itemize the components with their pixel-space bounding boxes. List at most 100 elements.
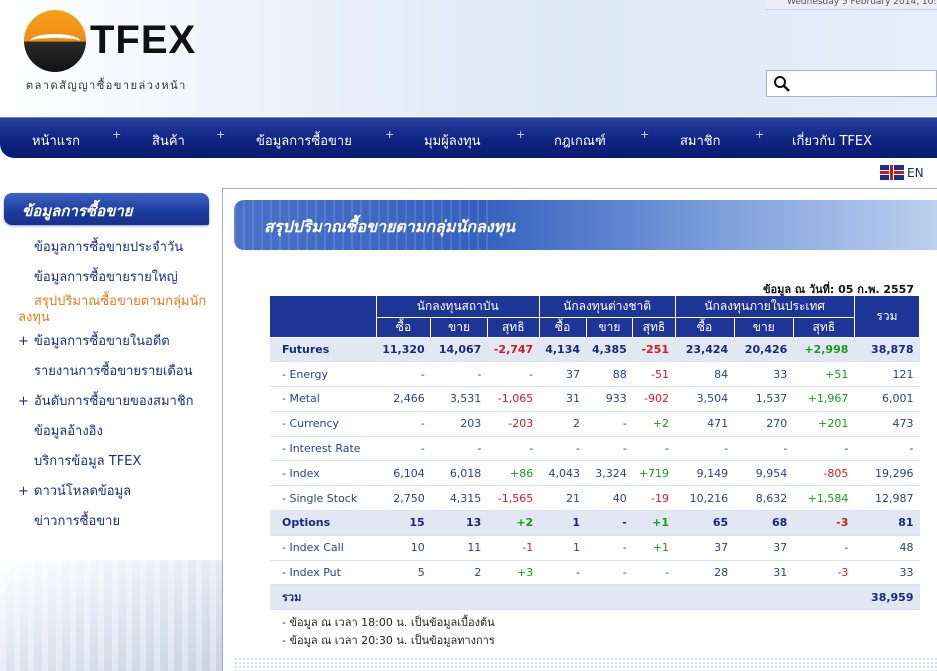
total-row: รวม 38,959 [270, 584, 920, 611]
group-header-total: รวม [854, 296, 921, 338]
sidebar-item-label: ข้อมูลอ้างอิง [34, 424, 103, 439]
expand-icon[interactable]: + [18, 484, 34, 500]
table-cell [675, 584, 735, 611]
sidebar-item-reference[interactable]: ข้อมูลอ้างอิง [18, 424, 218, 440]
sidebar-item-label: ข้อมูลการซื้อขายประจำวัน [34, 240, 184, 255]
row-label: - Interest Rate [270, 436, 377, 462]
nav-separator: + [516, 128, 526, 141]
expand-icon[interactable]: + [18, 334, 34, 350]
table-cell: - [376, 361, 431, 388]
table-cell [430, 584, 488, 611]
row-label: - Metal [270, 386, 377, 412]
table-cell: 3,504 [675, 386, 735, 412]
sidebar-item-daily[interactable]: ข้อมูลการซื้อขายประจำวัน [18, 240, 218, 256]
sidebar-title: ข้อมูลการซื้อขาย [4, 193, 209, 225]
language-label: EN [907, 165, 924, 180]
sidebar-item-label: สรุปปริมาณซื้อขายตามกลุ่มนักลงทุน [18, 294, 207, 325]
table-cell: - [539, 436, 586, 462]
sidebar-item-news[interactable]: ข่าวการซื้อขาย [18, 514, 218, 530]
table-cell: 65 [675, 510, 735, 536]
sidebar-item-large-trades[interactable]: ข้อมูลการซื้อขายรายใหญ่ [18, 270, 218, 286]
table-cell: 37 [539, 361, 586, 388]
table-cell: 84 [675, 361, 735, 388]
table-cell: -203 [487, 411, 540, 437]
sidebar-item-member-ranking[interactable]: + อันดับการซื้อขายของสมาชิก [18, 394, 218, 410]
table-cell: 1,537 [734, 386, 794, 412]
table-cell: 31 [734, 560, 794, 586]
row-label: Futures [270, 337, 377, 363]
page-header: Wednesday 5 February 2014, 10: TFEX ตลาด… [0, 0, 937, 116]
section-row: Futures 11,320 14,067 -2,747 4,134 4,385 -251 2… [270, 337, 920, 363]
sidebar-item-investor-summary[interactable]: สรุปปริมาณซื้อขายตามกลุ่มนักลงทุน [18, 294, 208, 326]
row-label: - Index Call [270, 535, 377, 561]
col-header-buy: ซื้อ [539, 317, 587, 338]
sidebar-item-label: ข้อมูลการซื้อขายรายใหญ่ [34, 270, 178, 285]
table-cell: 11 [430, 535, 488, 561]
table-cell: -3 [793, 560, 855, 586]
col-header-net: สุทธิ [793, 317, 855, 338]
row-label: Options [270, 510, 377, 536]
search-input[interactable] [795, 73, 935, 94]
table-cell: 20,426 [734, 337, 794, 363]
sidebar-item-label: ข่าวการซื้อขาย [34, 514, 121, 529]
sidebar-item-data-service[interactable]: บริการข้อมูล TFEX [18, 454, 218, 470]
table-cell: 33 [734, 361, 794, 388]
table-row: - Single Stock 2,750 4,315 -1,565 21 40 -19 10,… [270, 485, 920, 512]
language-switch[interactable]: EN [880, 165, 924, 180]
footer-decoration [234, 657, 937, 671]
table-cell: - [586, 411, 633, 437]
sidebar-item-download[interactable]: + ดาวน์โหลดข้อมูล [18, 484, 218, 500]
table-cell: 37 [734, 535, 794, 561]
table-cell: +86 [487, 460, 540, 487]
nav-home[interactable]: หน้าแรก [32, 130, 80, 151]
sidebar-item-monthly[interactable]: รายงานการซื้อขายรายเดือน [18, 364, 218, 380]
expand-icon[interactable]: + [18, 394, 34, 410]
table-cell: - [632, 436, 676, 462]
nav-investor-corner[interactable]: มุมผู้ลงทุน [424, 130, 481, 151]
search-icon[interactable] [773, 75, 791, 93]
row-label: - Single Stock [270, 485, 377, 512]
table-cell: +719 [632, 460, 676, 487]
table-cell: -1 [487, 535, 540, 561]
table-cell: +3 [487, 560, 540, 586]
table-cell: 2,466 [376, 386, 431, 412]
nav-members[interactable]: สมาชิก [680, 130, 721, 151]
table-cell: 933 [586, 386, 633, 412]
table-cell: 2 [539, 411, 586, 437]
table-row: - Currency -203 -203 2- +2 471 270 +201 473 [270, 411, 920, 437]
table-cell: - [734, 436, 794, 462]
table-cell: 33 [854, 560, 920, 586]
table-cell: +1,584 [793, 485, 855, 512]
tfex-logo[interactable]: TFEX ตลาดสัญญาซื้อขายล่วงหน้า [24, 10, 244, 100]
table-cell: - [586, 510, 633, 536]
table-cell: 121 [854, 361, 920, 388]
table-cell: - [586, 535, 633, 561]
table-cell: 6,001 [854, 386, 920, 412]
row-label: - Index Put [270, 560, 377, 586]
table-cell: +1 [632, 510, 676, 536]
sidebar-item-label: ข้อมูลการซื้อขายในอดีต [34, 334, 170, 349]
table-cell: 19,296 [854, 460, 920, 487]
nav-about[interactable]: เกี่ยวกับ TFEX [792, 130, 872, 151]
table-cell: 48 [854, 535, 920, 561]
nav-trading-data[interactable]: ข้อมูลการซื้อขาย [256, 130, 352, 151]
table-cell: - [430, 361, 488, 388]
table-cell: 88 [586, 361, 633, 388]
table-cell: -805 [793, 460, 855, 487]
header-blank [270, 296, 377, 338]
table-cell: -1,065 [487, 386, 540, 412]
col-header-buy: ซื้อ [376, 317, 432, 338]
uk-flag-icon [880, 165, 904, 180]
table-row: - Metal 2,466 3,531 -1,065 31 933 -902 3,504 1,5… [270, 386, 920, 412]
table-cell: +2 [487, 510, 540, 536]
table-cell: -3 [793, 510, 855, 536]
sidebar-item-historical[interactable]: + ข้อมูลการซื้อขายในอดีต [18, 334, 218, 350]
nav-products[interactable]: สินค้า [152, 130, 185, 151]
table-cell: - [854, 436, 920, 462]
section-row: Options 15 13 +2 1- +1 65 68 -3 81 [270, 510, 920, 536]
table-cell [487, 584, 540, 611]
table-cell: +2,998 [793, 337, 855, 363]
nav-separator: + [112, 128, 122, 141]
nav-regulations[interactable]: กฎเกณฑ์ [554, 130, 606, 151]
main-nav: หน้าแรก + สินค้า + ข้อมูลการซื้อขาย + มุ… [0, 117, 937, 158]
